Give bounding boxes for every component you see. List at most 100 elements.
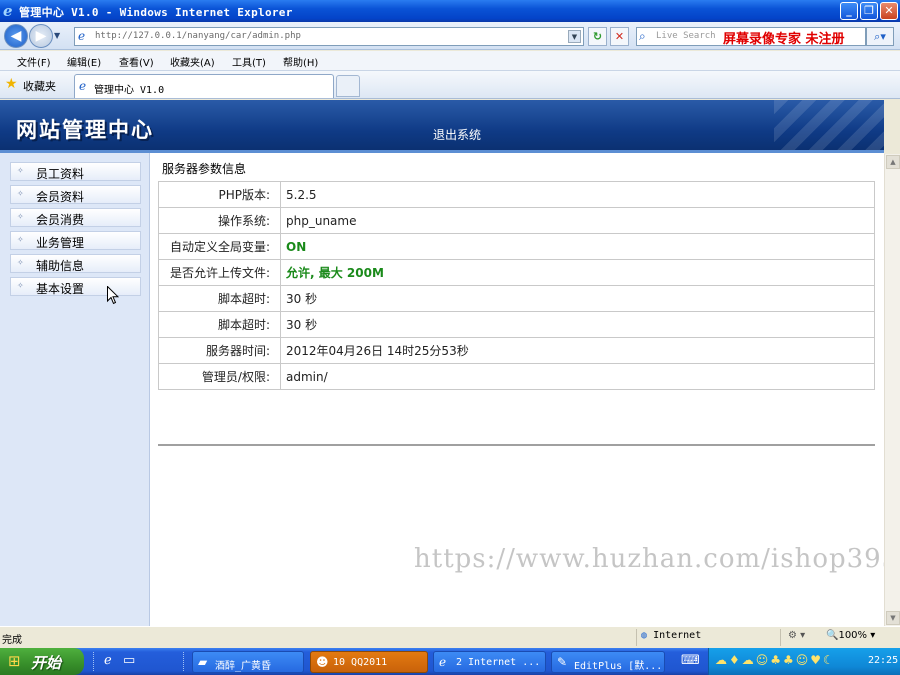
sidebar-item-settings[interactable]: ✧ 基本设置 — [10, 277, 141, 296]
keyboard-icon[interactable]: ⌨ — [681, 653, 700, 668]
menu-favorites[interactable]: 收藏夹(A) — [170, 54, 215, 69]
page-title: 服务器参数信息 — [162, 162, 247, 176]
table-row: 自动定义全局变量: ON — [158, 233, 875, 260]
zone-label: Internet — [653, 630, 702, 641]
table-row: 脚本超时: 30 秒 — [158, 285, 875, 312]
quicklaunch-separator — [183, 652, 186, 671]
param-value: 2012年04月26日 14时25分53秒 — [280, 337, 875, 364]
vertical-scrollbar[interactable]: ▲ ▼ — [884, 154, 900, 626]
param-value: 30 秒 — [280, 311, 875, 338]
table-row: PHP版本: 5.2.5 — [158, 181, 875, 208]
sidebar-item-business[interactable]: ✧ 业务管理 — [10, 231, 141, 250]
close-button[interactable]: ✕ — [880, 2, 898, 20]
search-provider-icon: ⌕ — [639, 29, 646, 43]
task-qq[interactable]: ☻ 10 QQ2011 — [310, 651, 428, 673]
globe-icon: ◍ — [641, 630, 648, 641]
back-button[interactable]: ◀ — [4, 24, 28, 48]
favorites-label[interactable]: 收藏夹 — [23, 78, 56, 94]
bullet-icon: ✧ — [17, 235, 24, 244]
param-label: 脚本超时: — [158, 311, 281, 338]
scroll-down-icon[interactable]: ▼ — [886, 611, 900, 625]
ie-quicklaunch-icon[interactable]: ℯ — [104, 653, 112, 668]
sidebar-item-consumption[interactable]: ✧ 会员消费 — [10, 208, 141, 227]
status-text: 完成 — [2, 635, 22, 646]
maximize-button[interactable]: ❐ — [860, 2, 878, 20]
status-separator — [636, 629, 637, 646]
ie-icon: ℯ — [439, 655, 447, 669]
protected-mode-icon[interactable]: ⚙ ▾ — [788, 630, 805, 641]
param-label: 脚本超时: — [158, 285, 281, 312]
banner-decoration — [774, 100, 884, 153]
param-value: 5.2.5 — [280, 181, 875, 208]
stop-button[interactable]: ✕ — [610, 27, 629, 46]
logout-link[interactable]: 退出系统 — [433, 126, 481, 143]
address-field[interactable]: e http://127.0.0.1/nanyang/car/admin.php… — [74, 27, 584, 46]
table-row: 脚本超时: 30 秒 — [158, 311, 875, 338]
param-value: 允许, 最大 200M — [280, 259, 875, 286]
task-music-player[interactable]: ▰ 酒醉_广黄昏 — [192, 651, 304, 673]
site-logo: 网站管理中心 — [16, 118, 154, 142]
refresh-button[interactable]: ↻ — [588, 27, 607, 46]
zoom-level: 100% — [838, 630, 868, 641]
sidebar-item-auxiliary[interactable]: ✧ 辅助信息 — [10, 254, 141, 273]
bullet-icon: ✧ — [17, 258, 24, 267]
menu-edit[interactable]: 编辑(E) — [67, 54, 101, 69]
favorites-bar: ★ 收藏夹 e 管理中心 V1.0 — [0, 71, 900, 99]
editplus-icon: ✎ — [557, 655, 568, 669]
task-internet-explorer[interactable]: ℯ 2 Internet ... — [433, 651, 546, 673]
address-toolbar: ◀ ▶ ▼ e http://127.0.0.1/nanyang/car/adm… — [0, 22, 900, 50]
menu-view[interactable]: 查看(V) — [119, 54, 154, 69]
start-label: 开始 — [31, 654, 62, 672]
tab-admin-center[interactable]: e 管理中心 V1.0 — [74, 74, 334, 98]
ie-icon: e — [3, 2, 13, 20]
sidebar-item-label: 员工资料 — [36, 167, 85, 181]
windows-logo-icon: ⊞ — [8, 652, 21, 670]
window-titlebar: e 管理中心 V1.0 - Windows Internet Explorer … — [0, 0, 900, 22]
bullet-icon: ✧ — [17, 166, 24, 175]
table-bottom-border — [158, 444, 875, 446]
minimize-button[interactable]: _ — [840, 2, 858, 20]
param-label: 自动定义全局变量: — [158, 233, 281, 260]
address-dropdown-icon[interactable]: ▼ — [568, 30, 581, 43]
favorites-star-icon[interactable]: ★ — [5, 76, 18, 92]
param-value: php_uname — [280, 207, 875, 234]
scroll-up-icon[interactable]: ▲ — [886, 155, 900, 169]
menu-file[interactable]: 文件(F) — [17, 54, 51, 69]
bullet-icon: ✧ — [17, 281, 24, 290]
sidebar-item-label: 基本设置 — [36, 282, 85, 296]
bullet-icon: ✧ — [17, 212, 24, 221]
folder-quicklaunch-icon[interactable]: ▭ — [123, 653, 135, 668]
menu-tools[interactable]: 工具(T) — [232, 54, 266, 69]
search-button[interactable]: ⌕▾ — [866, 27, 894, 46]
new-tab-button[interactable] — [336, 75, 360, 97]
table-row: 操作系统: php_uname — [158, 207, 875, 234]
param-value: ON — [280, 233, 875, 260]
sidebar-item-label: 会员资料 — [36, 190, 85, 204]
forward-button[interactable]: ▶ — [29, 24, 53, 48]
zoom-control[interactable]: 🔍100% ▾ — [826, 630, 875, 641]
search-input[interactable]: ⌕ Live Search 屏幕录像专家 未注册 — [636, 27, 866, 47]
clock: 22:25 — [868, 655, 899, 666]
menu-bar: 文件(F) 编辑(E) 查看(V) 收藏夹(A) 工具(T) 帮助(H) — [0, 51, 900, 71]
site-banner: 网站管理中心 退出系统 — [0, 100, 884, 153]
task-editplus[interactable]: ✎ EditPlus [默... — [551, 651, 665, 673]
page-icon: e — [78, 29, 86, 43]
bullet-icon: ✧ — [17, 189, 24, 198]
page-viewport: 网站管理中心 退出系统 ✧ 员工资料 ✧ 会员资料 ✧ 会员消费 ✧ 业务管理 … — [0, 100, 884, 626]
sidebar-item-staff[interactable]: ✧ 员工资料 — [10, 162, 141, 181]
start-button[interactable]: ⊞ 开始 — [0, 648, 84, 675]
param-value: 30 秒 — [280, 285, 875, 312]
param-value: admin/ — [280, 363, 875, 390]
table-row: 管理员/权限: admin/ — [158, 363, 875, 390]
recorder-watermark: 屏幕录像专家 未注册 — [723, 32, 845, 47]
menu-help[interactable]: 帮助(H) — [283, 54, 318, 69]
security-zone: ◍ Internet — [641, 630, 701, 641]
sidebar-item-label: 辅助信息 — [36, 259, 85, 273]
sidebar-item-members[interactable]: ✧ 会员资料 — [10, 185, 141, 204]
param-label: PHP版本: — [158, 181, 281, 208]
sidebar: ✧ 员工资料 ✧ 会员资料 ✧ 会员消费 ✧ 业务管理 ✧ 辅助信息 ✧ 基本设… — [0, 153, 150, 626]
folder-icon: ▰ — [198, 655, 208, 669]
tray-icons[interactable]: ☁♦☁☺♣♣☺♥☾ — [715, 653, 836, 667]
history-dropdown-icon[interactable]: ▼ — [54, 31, 60, 40]
window-title: 管理中心 V1.0 - Windows Internet Explorer — [19, 6, 293, 19]
